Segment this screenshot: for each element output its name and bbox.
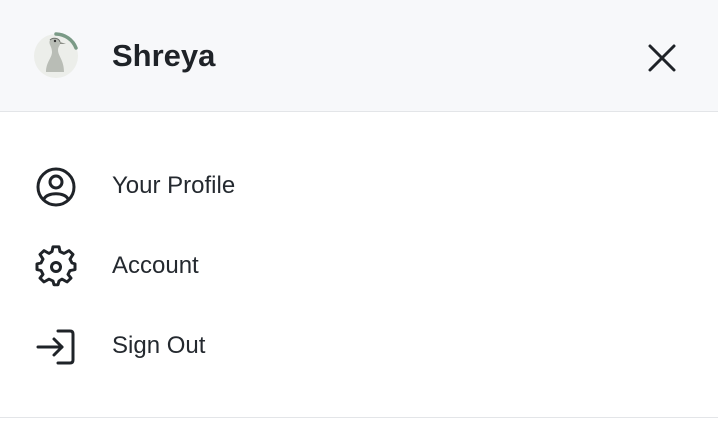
gear-icon [34,245,78,289]
ostrich-avatar-icon [34,32,78,78]
close-button[interactable] [640,36,684,80]
menu-list: Your Profile Account Sign Out [0,145,718,385]
menu-item-label: Your Profile [112,172,236,199]
sign-out-icon [34,325,78,369]
divider [0,417,718,418]
menu-header: Shreya [0,0,718,112]
menu-item-label: Sign Out [112,332,206,359]
user-menu-panel: Shreya Your Profile Account Sign Out [0,0,718,422]
menu-item-your-profile[interactable]: Your Profile [0,145,718,225]
menu-item-sign-out[interactable]: Sign Out [0,305,718,385]
menu-item-label: Account [112,252,199,279]
user-circle-icon [34,165,78,209]
close-icon [648,44,676,72]
user-name: Shreya [112,38,216,73]
menu-item-account[interactable]: Account [0,225,718,305]
avatar [28,28,84,84]
